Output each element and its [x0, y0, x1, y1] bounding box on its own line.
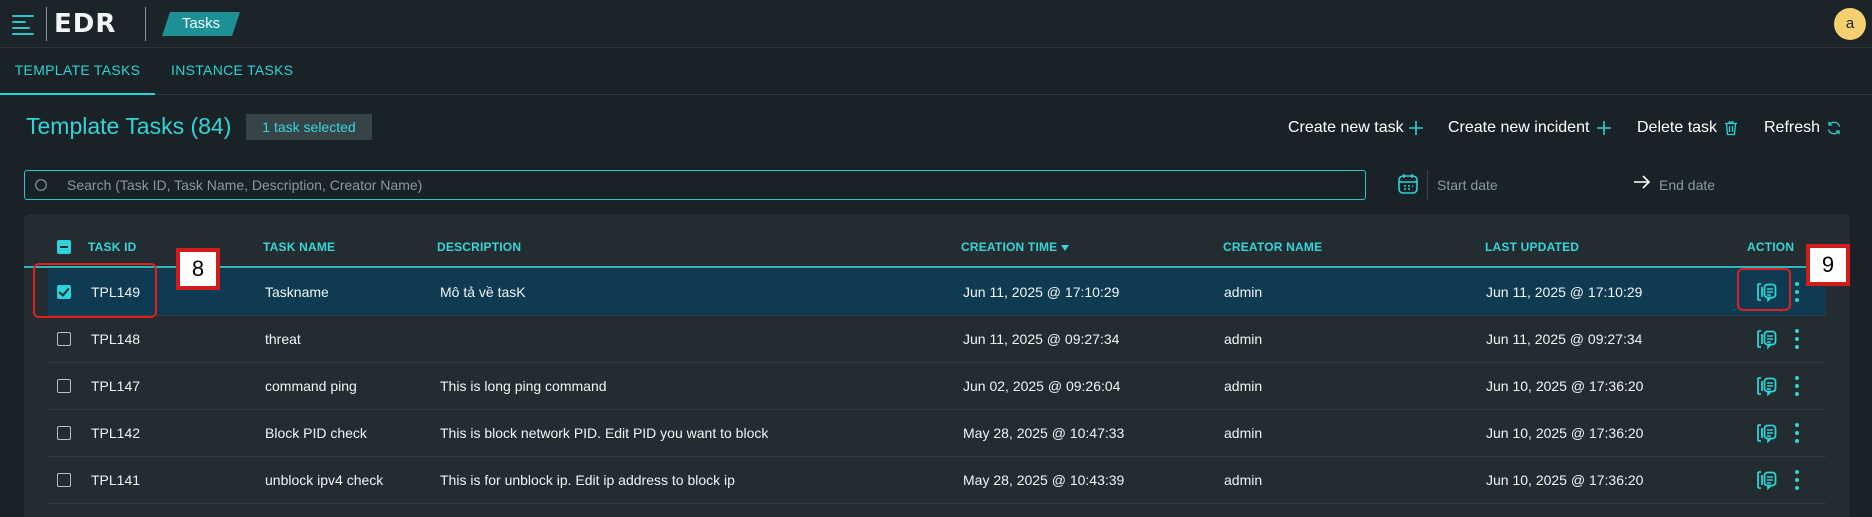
cell-creator-name: admin	[1224, 331, 1263, 347]
column-task-name[interactable]: TASK NAME	[263, 240, 335, 254]
search-icon	[34, 178, 48, 192]
sort-desc-icon	[1061, 244, 1070, 251]
more-options-icon[interactable]	[1794, 375, 1800, 397]
cell-task-name: unblock ipv4 check	[265, 472, 384, 488]
selection-badge: 1 task selected	[246, 114, 372, 140]
create-incident-label: Create new incident	[1448, 119, 1590, 136]
trash-icon	[1725, 121, 1737, 136]
cell-creator-name: admin	[1224, 284, 1263, 300]
row-checkbox[interactable]	[57, 473, 71, 487]
select-all-checkbox[interactable]	[57, 240, 71, 254]
tab-instance-tasks[interactable]: INSTANCE TASKS	[171, 48, 293, 95]
column-description[interactable]: DESCRIPTION	[437, 240, 521, 254]
logo-divider	[46, 7, 47, 41]
search-box	[24, 170, 1366, 200]
cell-task-id: TPL147	[91, 378, 141, 394]
arrow-right-icon	[1634, 175, 1651, 189]
cell-creation-time: Jun 11, 2025 @ 17:10:29	[963, 284, 1120, 300]
cell-task-name: command ping	[265, 378, 357, 394]
more-options-icon[interactable]	[1794, 422, 1800, 444]
row-checkbox[interactable]	[57, 332, 71, 346]
top-bar: EDR Tasks a	[0, 0, 1872, 48]
logo-divider	[145, 7, 146, 41]
page-title: Template Tasks (84)	[26, 113, 232, 139]
more-options-icon[interactable]	[1794, 469, 1800, 491]
create-incident-button[interactable]: Create new incident	[1448, 116, 1611, 140]
cell-creation-time: May 28, 2025 @ 10:47:33	[963, 425, 1125, 441]
column-creator-name[interactable]: CREATOR NAME	[1223, 240, 1322, 254]
end-date-input[interactable]	[1659, 175, 1789, 195]
cell-description: This is for unblock ip. Edit ip address …	[440, 472, 735, 488]
cell-task-id: TPL142	[91, 425, 141, 441]
avatar[interactable]: a	[1834, 8, 1866, 40]
breadcrumb-tasks[interactable]: Tasks	[162, 12, 240, 36]
cell-task-name: threat	[265, 331, 301, 347]
table-row[interactable]: TPL148 threat Jun 11, 2025 @ 09:27:34 admin…	[48, 316, 1826, 363]
cell-last-updated: Jun 10, 2025 @ 17:36:20	[1486, 472, 1644, 488]
search-input[interactable]	[67, 171, 1347, 199]
delete-task-button[interactable]: Delete task	[1637, 116, 1737, 140]
table-row[interactable]: TPL142 Block PID check This is block netwo…	[48, 410, 1826, 457]
refresh-button[interactable]: Refresh	[1764, 116, 1841, 140]
task-detail-icon[interactable]	[1754, 374, 1778, 403]
delete-task-label: Delete task	[1637, 119, 1718, 136]
cell-creator-name: admin	[1224, 472, 1263, 488]
table-row[interactable]: TPL141 unblock ipv4 check This is for unbl…	[48, 457, 1826, 504]
column-action: ACTION	[1747, 240, 1795, 254]
task-detail-icon[interactable]	[1754, 327, 1778, 356]
start-date-input[interactable]	[1437, 175, 1567, 195]
column-creation-time[interactable]: CREATION TIME	[961, 240, 1070, 254]
menu-icon[interactable]	[12, 13, 36, 35]
cell-creation-time: May 28, 2025 @ 10:43:39	[963, 472, 1125, 488]
cell-task-name: Block PID check	[265, 425, 367, 441]
cell-creator-name: admin	[1224, 378, 1263, 394]
creation-time-label: CREATION TIME	[961, 240, 1058, 254]
more-options-icon[interactable]	[1794, 328, 1800, 350]
cell-description: This is block network PID. Edit PID you …	[440, 425, 769, 441]
cell-task-id: TPL141	[91, 472, 141, 488]
table-header: TASK ID TASK NAME DESCRIPTION CREATION T…	[24, 230, 1826, 268]
cell-creation-time: Jun 02, 2025 @ 09:26:04	[963, 378, 1121, 394]
cell-task-id: TPL148	[91, 331, 141, 347]
cell-last-updated: Jun 10, 2025 @ 17:36:20	[1486, 378, 1644, 394]
tab-template-tasks[interactable]: TEMPLATE TASKS	[0, 48, 155, 95]
highlight-action-icon	[1737, 268, 1791, 311]
cell-last-updated: Jun 11, 2025 @ 09:27:34	[1486, 331, 1643, 347]
column-task-id[interactable]: TASK ID	[88, 240, 137, 254]
plus-icon	[1409, 121, 1423, 135]
cell-description: Mô tả về tasK	[440, 284, 526, 300]
calendar-icon[interactable]	[1397, 172, 1419, 196]
create-task-button[interactable]: Create new task	[1288, 116, 1423, 140]
cell-creation-time: Jun 11, 2025 @ 09:27:34	[963, 331, 1120, 347]
cell-description: This is long ping command	[440, 378, 607, 394]
row-checkbox[interactable]	[57, 379, 71, 393]
tab-bar: TEMPLATE TASKS INSTANCE TASKS	[0, 48, 1872, 95]
column-last-updated[interactable]: LAST UPDATED	[1485, 240, 1579, 254]
app-logo: EDR	[54, 9, 117, 39]
annotation-marker-9: 9	[1806, 244, 1850, 286]
annotation-marker-8: 8	[176, 248, 220, 290]
highlight-selected-row	[33, 263, 157, 318]
task-detail-icon[interactable]	[1754, 468, 1778, 497]
cell-creator-name: admin	[1224, 425, 1263, 441]
plus-icon	[1597, 121, 1611, 135]
table-row[interactable]: TPL149 Taskname Mô tả về tasK Jun 11, 2025 …	[48, 269, 1826, 316]
cell-last-updated: Jun 11, 2025 @ 17:10:29	[1486, 284, 1643, 300]
task-detail-icon[interactable]	[1754, 421, 1778, 450]
create-task-label: Create new task	[1288, 119, 1404, 136]
date-divider	[1427, 170, 1428, 200]
refresh-label: Refresh	[1764, 119, 1821, 136]
more-options-icon[interactable]	[1794, 281, 1800, 303]
table-row[interactable]: TPL147 command ping This is long ping comm…	[48, 363, 1826, 410]
cell-last-updated: Jun 10, 2025 @ 17:36:20	[1486, 425, 1644, 441]
refresh-icon	[1827, 121, 1841, 135]
cell-task-name: Taskname	[265, 284, 329, 300]
row-checkbox[interactable]	[57, 426, 71, 440]
